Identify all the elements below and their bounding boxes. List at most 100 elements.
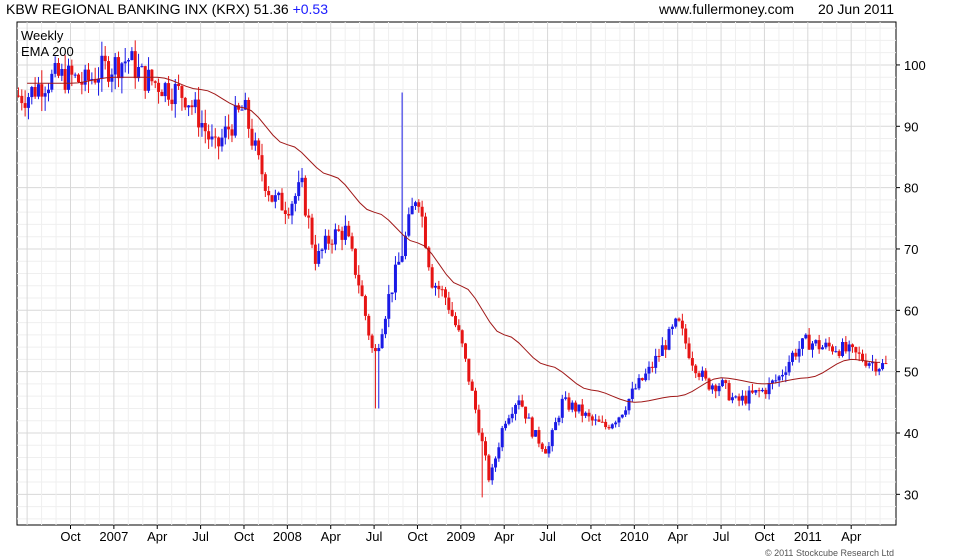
weekly-bar-body <box>303 177 307 216</box>
x-tick-label: Oct <box>581 529 602 544</box>
weekly-bar-body <box>600 421 604 423</box>
weekly-bar-body <box>607 427 611 429</box>
weekly-bar-body <box>183 97 187 108</box>
legend-ema: EMA 200 <box>21 44 74 59</box>
weekly-bar-body <box>380 334 384 349</box>
weekly-bar-body <box>530 417 534 437</box>
weekly-bar-body <box>467 358 471 382</box>
weekly-bar-body <box>507 418 511 424</box>
weekly-bar-body <box>387 294 391 319</box>
weekly-bar-body <box>694 365 698 374</box>
weekly-bar-body <box>350 236 354 249</box>
weekly-bar-body <box>107 61 111 82</box>
weekly-bar-body <box>330 243 334 245</box>
weekly-bar-body <box>714 385 718 392</box>
weekly-bar-body <box>170 99 174 105</box>
weekly-bar-body <box>70 65 74 75</box>
weekly-bar-body <box>564 397 568 399</box>
weekly-bar-body <box>827 342 831 347</box>
weekly-bar-body <box>417 202 421 207</box>
weekly-bar-body <box>277 192 281 196</box>
weekly-bar-body <box>834 351 838 353</box>
weekly-bar-body <box>420 206 424 217</box>
weekly-bar-body <box>23 103 27 108</box>
weekly-bar-body <box>173 83 177 105</box>
weekly-bar-body <box>323 235 327 250</box>
weekly-bar-body <box>140 66 144 68</box>
weekly-bar-body <box>807 334 811 350</box>
weekly-bar-body <box>447 297 451 310</box>
weekly-bar-body <box>430 267 434 288</box>
weekly-bar-body <box>26 97 30 108</box>
weekly-bar-body <box>710 385 714 390</box>
weekly-bar-body <box>300 177 304 183</box>
weekly-bar-body <box>610 424 614 429</box>
weekly-bar-body <box>397 261 401 265</box>
weekly-bar-body <box>33 87 37 97</box>
weekly-bar-body <box>614 422 618 425</box>
weekly-bar-body <box>113 57 117 75</box>
y-tick-label: 70 <box>904 242 918 257</box>
y-tick-label: 100 <box>904 58 926 73</box>
weekly-bar-body <box>367 315 371 336</box>
weekly-bar-body <box>333 229 337 245</box>
weekly-bar-body <box>500 428 504 448</box>
weekly-bar-body <box>327 235 331 244</box>
weekly-bar-body <box>250 128 254 146</box>
weekly-bar-body <box>664 345 668 350</box>
weekly-bar-body <box>851 344 855 348</box>
weekly-bar-body <box>744 395 748 404</box>
weekly-bar-body <box>16 95 20 97</box>
x-tick-label: Oct <box>60 529 81 544</box>
x-tick-label: Apr <box>841 529 862 544</box>
weekly-bar-body <box>410 206 414 215</box>
x-tick-label: Apr <box>668 529 689 544</box>
weekly-bar-body <box>780 374 784 377</box>
weekly-bar-body <box>830 346 834 352</box>
weekly-bar-body <box>287 213 291 216</box>
weekly-bar-body <box>800 338 804 349</box>
weekly-bar-body <box>233 105 237 136</box>
weekly-bar-body <box>584 412 588 416</box>
y-axis: 30 40 50 60 70 80 90 100 <box>896 58 926 502</box>
weekly-bar-body <box>637 378 641 389</box>
weekly-bar-body <box>774 380 778 382</box>
weekly-bar-body <box>283 210 287 214</box>
x-tick-label: Apr <box>321 529 342 544</box>
weekly-bar-body <box>353 248 357 275</box>
weekly-bar-body <box>280 192 284 211</box>
weekly-bar-body <box>794 352 798 357</box>
weekly-bar-body <box>704 370 708 379</box>
weekly-bar-body <box>814 340 818 344</box>
weekly-bar-body <box>260 155 264 175</box>
weekly-bar-body <box>544 449 548 454</box>
weekly-bar-body <box>650 366 654 368</box>
weekly-bar-body <box>383 318 387 335</box>
weekly-bar-body <box>570 402 574 410</box>
weekly-bar-body <box>804 334 808 339</box>
weekly-bar-body <box>881 363 885 370</box>
x-axis: Oct 2007 Apr Jul Oct 2008 Apr Jul Oct 2009 Apr Jul O… <box>60 525 862 544</box>
weekly-bar-body <box>861 353 865 361</box>
weekly-bar-body <box>177 83 181 87</box>
weekly-bar-body <box>700 370 704 377</box>
weekly-bar-body <box>103 55 107 62</box>
weekly-bar-body <box>730 397 734 401</box>
weekly-bar-body <box>487 455 491 481</box>
weekly-bar-body <box>240 109 244 111</box>
weekly-bar-body <box>267 190 271 196</box>
weekly-bar-body <box>810 343 814 350</box>
weekly-bar-body <box>423 216 427 248</box>
weekly-bar-body <box>207 131 211 140</box>
weekly-bar-body <box>867 363 871 366</box>
weekly-bar-body <box>363 296 367 316</box>
weekly-bar-body <box>87 69 91 81</box>
weekly-bar-body <box>617 417 621 423</box>
weekly-bar-body <box>817 340 821 350</box>
weekly-bar-body <box>841 341 845 356</box>
legend-weekly: Weekly <box>21 28 64 43</box>
weekly-bar-body <box>73 74 77 76</box>
weekly-bar-body <box>40 84 44 97</box>
weekly-bar-body <box>587 412 591 417</box>
weekly-bar-body <box>130 51 134 61</box>
